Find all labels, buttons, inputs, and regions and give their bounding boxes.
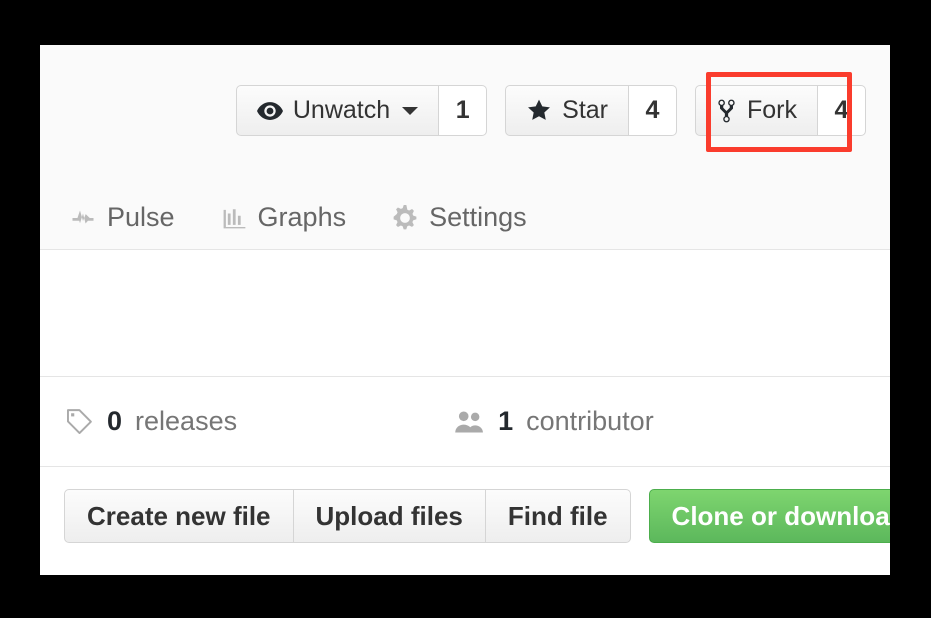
fork-label: Fork (747, 96, 797, 124)
bar-chart-icon (221, 205, 247, 231)
nav-label-graphs: Graphs (257, 202, 347, 232)
releases-label: releases (135, 406, 238, 436)
forks-count[interactable]: 4 (818, 85, 866, 136)
create-new-file-button[interactable]: Create new file (64, 489, 294, 543)
fork-button-group: Fork 4 (695, 85, 866, 136)
repo-header: Unwatch 1 Star 4 Fork 4 Pulse Graphs Set… (40, 45, 890, 250)
contributors-label: contributor (526, 406, 654, 436)
clone-or-download-label: Clone or download (671, 501, 890, 531)
nav-item-pulse[interactable]: Pulse (70, 204, 175, 231)
releases-summary[interactable]: 0 releases (64, 406, 237, 437)
releases-count: 0 (107, 406, 123, 436)
nav-item-settings[interactable]: Settings (392, 204, 527, 231)
star-button[interactable]: Star (505, 85, 629, 136)
unwatch-label: Unwatch (292, 96, 391, 124)
repo-actions-toolbar: Unwatch 1 Star 4 Fork 4 (235, 85, 866, 136)
star-icon (526, 98, 552, 123)
file-navigation-bar: Create new file Upload files Find file C… (40, 467, 890, 543)
stargazers-count[interactable]: 4 (629, 85, 677, 136)
repo-content-blank (40, 250, 890, 377)
repository-nav: Pulse Graphs Settings (70, 204, 527, 231)
nav-label-pulse: Pulse (107, 202, 175, 232)
repository-page: Unwatch 1 Star 4 Fork 4 Pulse Graphs Set… (40, 45, 890, 575)
find-file-button[interactable]: Find file (485, 489, 631, 543)
numbers-summary: 0 releases 1 contributor (40, 377, 890, 467)
pulse-icon (70, 206, 96, 230)
tag-icon (64, 408, 94, 436)
contributors-count: 1 (498, 406, 514, 436)
star-button-group: Star 4 (505, 85, 677, 136)
file-action-button-group: Create new file Upload files Find file (64, 489, 631, 543)
people-icon (455, 410, 485, 434)
clone-or-download-button[interactable]: Clone or download (648, 489, 890, 543)
upload-files-button[interactable]: Upload files (293, 489, 486, 543)
watch-button-group: Unwatch 1 (235, 85, 488, 136)
gear-icon (392, 204, 418, 231)
unwatch-button[interactable]: Unwatch (235, 85, 440, 136)
fork-button[interactable]: Fork (695, 85, 818, 136)
contributors-summary[interactable]: 1 contributor (455, 406, 654, 437)
fork-icon (716, 98, 737, 124)
star-label: Star (562, 96, 608, 124)
nav-item-graphs[interactable]: Graphs (221, 202, 347, 232)
eye-icon (256, 101, 283, 120)
chevron-down-icon (402, 106, 419, 115)
watchers-count[interactable]: 1 (439, 85, 488, 136)
screenshot-root: Unwatch 1 Star 4 Fork 4 Pulse Graphs Set… (0, 0, 931, 618)
nav-label-settings: Settings (429, 202, 527, 232)
